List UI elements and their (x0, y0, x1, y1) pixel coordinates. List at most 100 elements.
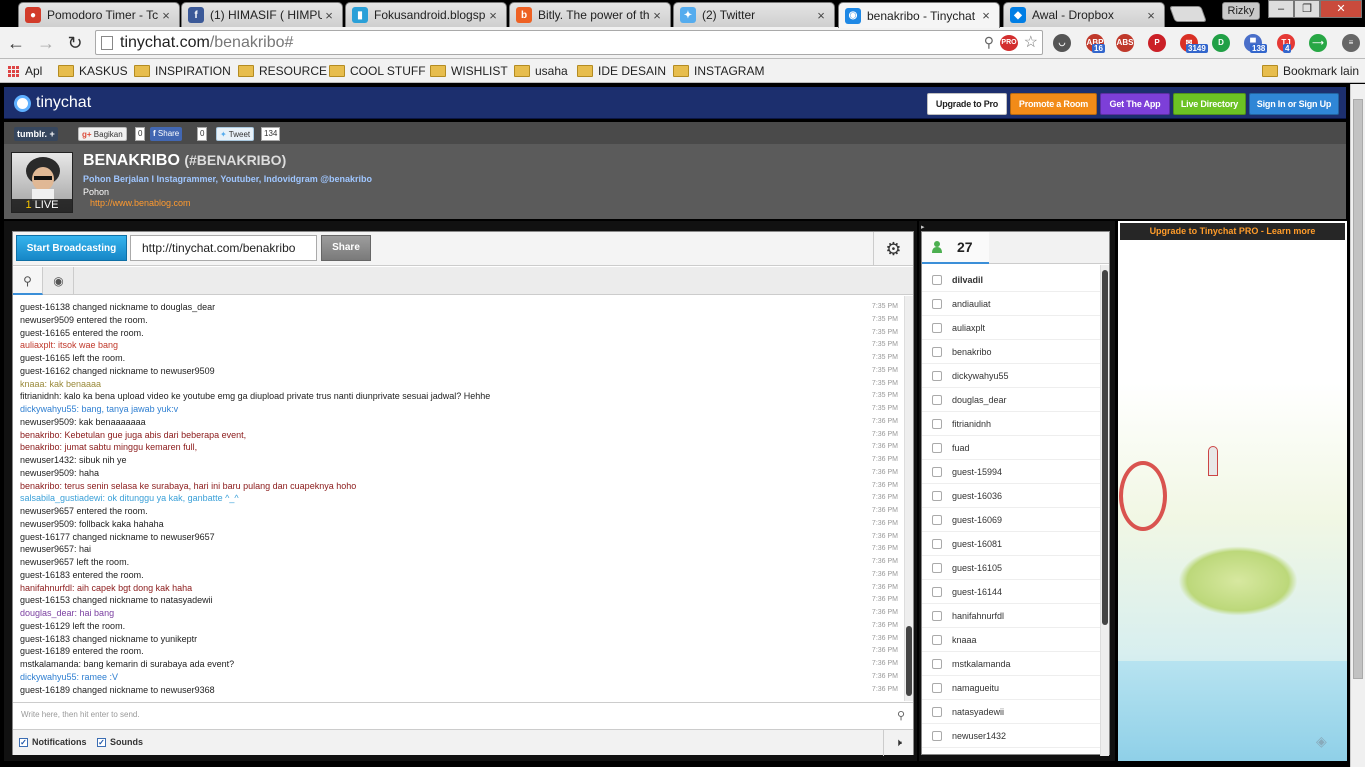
header-button[interactable]: Promote a Room (1010, 93, 1097, 115)
speaker-icon[interactable]: 🕨 (883, 730, 913, 756)
address-bar[interactable]: tinychat.com/benakribo# ⚲ PRO ☆ (95, 30, 1043, 55)
user-list-item[interactable]: newuser1432 (922, 724, 1100, 748)
extension-icon[interactable]: ◡ (1053, 34, 1071, 52)
page-scrollbar-thumb[interactable] (1353, 99, 1363, 679)
minimize-button[interactable]: ‒ (1268, 0, 1294, 18)
user-list-item[interactable]: natasyadewii (922, 700, 1100, 724)
close-tab-icon[interactable]: × (1144, 8, 1158, 23)
user-checkbox[interactable] (932, 371, 942, 381)
user-list-item[interactable]: dilvadil (922, 268, 1100, 292)
gear-icon[interactable]: ⚙ (873, 232, 913, 266)
browser-tab[interactable]: ◆ Awal - Dropbox × (1003, 2, 1165, 27)
user-checkbox[interactable] (932, 587, 942, 597)
bookmark-folder[interactable]: usaha (514, 62, 568, 80)
close-tab-icon[interactable]: × (322, 8, 336, 23)
userlist-scrollbar-thumb[interactable] (1102, 270, 1108, 625)
user-list-item[interactable]: guest-16105 (922, 556, 1100, 580)
user-list-item[interactable]: guest-16144 (922, 580, 1100, 604)
forward-icon[interactable]: → (36, 33, 56, 53)
page-scrollbar[interactable] (1350, 84, 1365, 767)
user-list-item[interactable]: douglas_dear (922, 388, 1100, 412)
close-tab-icon[interactable]: × (650, 8, 664, 23)
gplus-share-button[interactable]: g+ Bagikan (78, 127, 127, 141)
user-list-item[interactable]: guest-16081 (922, 532, 1100, 556)
user-checkbox[interactable] (932, 395, 942, 405)
user-list-item[interactable]: hanifahnurfdl (922, 604, 1100, 628)
user-checkbox[interactable] (932, 731, 942, 741)
user-list-item[interactable]: mstkalamanda (922, 652, 1100, 676)
user-list-item[interactable]: guest-16036 (922, 484, 1100, 508)
bookmark-other[interactable]: Bookmark lain (1262, 62, 1359, 80)
browser-tab[interactable]: ✦ (2) Twitter × (673, 2, 835, 27)
user-list-item[interactable]: dickywahyu55 (922, 364, 1100, 388)
header-button[interactable]: Live Directory (1173, 93, 1246, 115)
browser-tab[interactable]: ▮ Fokusandroid.blogsp × (345, 2, 507, 27)
close-tab-icon[interactable]: × (159, 8, 173, 23)
room-url-field[interactable]: http://tinychat.com/benakribo (130, 235, 317, 261)
emoticon-icon[interactable]: ⚲ (897, 709, 905, 722)
user-list-item[interactable]: fitrianidnh (922, 412, 1100, 436)
tab-private-messages[interactable]: ◉ (44, 267, 74, 295)
bookmark-folder[interactable]: KASKUS (58, 62, 128, 80)
bookmark-folder[interactable]: INSPIRATION (134, 62, 231, 80)
tab-main-chat[interactable]: ⚲ (13, 267, 43, 295)
extension-icon[interactable]: TJ 4 (1277, 34, 1295, 53)
upgrade-pro-link[interactable]: Upgrade to Tinychat PRO - Learn more (1120, 223, 1345, 240)
user-list-item[interactable]: namagueitu (922, 676, 1100, 700)
user-checkbox[interactable] (932, 539, 942, 549)
browser-tab[interactable]: ● Pomodoro Timer - Tc × (18, 2, 180, 27)
close-window-button[interactable]: ✕ (1320, 0, 1362, 18)
tinychat-logo[interactable]: tinychat (14, 94, 91, 112)
restore-button[interactable]: ❐ (1294, 0, 1320, 18)
user-checkbox[interactable] (932, 347, 942, 357)
sounds-checkbox[interactable]: ✓ Sounds (97, 737, 143, 747)
collapse-icon[interactable]: ▸ (921, 223, 925, 231)
user-checkbox[interactable] (932, 323, 942, 333)
apps-shortcut[interactable]: Apl (8, 62, 42, 80)
profile-button[interactable]: Rizky (1222, 2, 1260, 20)
user-checkbox[interactable] (932, 659, 942, 669)
user-list-item[interactable]: auliaxplt (922, 316, 1100, 340)
user-checkbox[interactable] (932, 419, 942, 429)
user-checkbox[interactable] (932, 611, 942, 621)
start-broadcasting-button[interactable]: Start Broadcasting (16, 235, 127, 261)
close-tab-icon[interactable]: × (979, 8, 993, 23)
extension-icon[interactable]: ▀ 138 (1244, 34, 1268, 53)
header-button[interactable]: Sign In or Sign Up (1249, 93, 1339, 115)
user-count-tab[interactable]: 27 (922, 232, 989, 264)
browser-tab[interactable]: ◉ benakribo - Tinychat × (838, 2, 1000, 28)
tweet-button[interactable]: ✦ Tweet (216, 127, 255, 141)
extension-icon[interactable]: D (1212, 34, 1230, 52)
extension-icon[interactable]: ≡ (1342, 34, 1360, 52)
extension-icon[interactable]: ABS (1116, 34, 1134, 52)
user-checkbox[interactable] (932, 515, 942, 525)
extension-icon[interactable]: ✉ 3149 (1180, 34, 1208, 53)
bookmark-folder[interactable]: INSTAGRAM (673, 62, 764, 80)
facebook-share-button[interactable]: f Share (150, 127, 183, 141)
avatar[interactable]: 1 LIVE (11, 152, 73, 213)
userlist-scrollbar[interactable] (1100, 265, 1109, 756)
notifications-checkbox[interactable]: ✓ Notifications (19, 737, 87, 747)
user-list-item[interactable]: guest-15994 (922, 460, 1100, 484)
chat-scrollbar-thumb[interactable] (906, 626, 912, 696)
user-checkbox[interactable] (932, 563, 942, 573)
user-list-item[interactable]: andiauliat (922, 292, 1100, 316)
zoom-icon[interactable]: ⚲ (984, 31, 994, 54)
reload-icon[interactable]: ↻ (65, 33, 85, 53)
user-list-item[interactable]: knaaa (922, 628, 1100, 652)
header-button[interactable]: Get The App (1100, 93, 1170, 115)
browser-tab[interactable]: b Bitly. The power of th × (509, 2, 671, 27)
user-checkbox[interactable] (932, 707, 942, 717)
close-tab-icon[interactable]: × (486, 8, 500, 23)
bookmark-folder[interactable]: IDE DESAIN (577, 62, 666, 80)
pro-extension-icon[interactable]: PRO (1000, 35, 1018, 51)
user-checkbox[interactable] (932, 299, 942, 309)
user-checkbox[interactable] (932, 491, 942, 501)
extension-icon[interactable]: ABP 16 (1086, 34, 1105, 53)
back-icon[interactable]: ← (6, 33, 26, 53)
browser-tab[interactable]: f (1) HIMASIF ( HIMPU × (181, 2, 343, 27)
room-website-link[interactable]: http://www.benablog.com (90, 198, 191, 208)
user-list-item[interactable]: benakribo (922, 340, 1100, 364)
tumblr-button[interactable]: tumblr. + (14, 127, 58, 141)
user-checkbox[interactable] (932, 275, 942, 285)
